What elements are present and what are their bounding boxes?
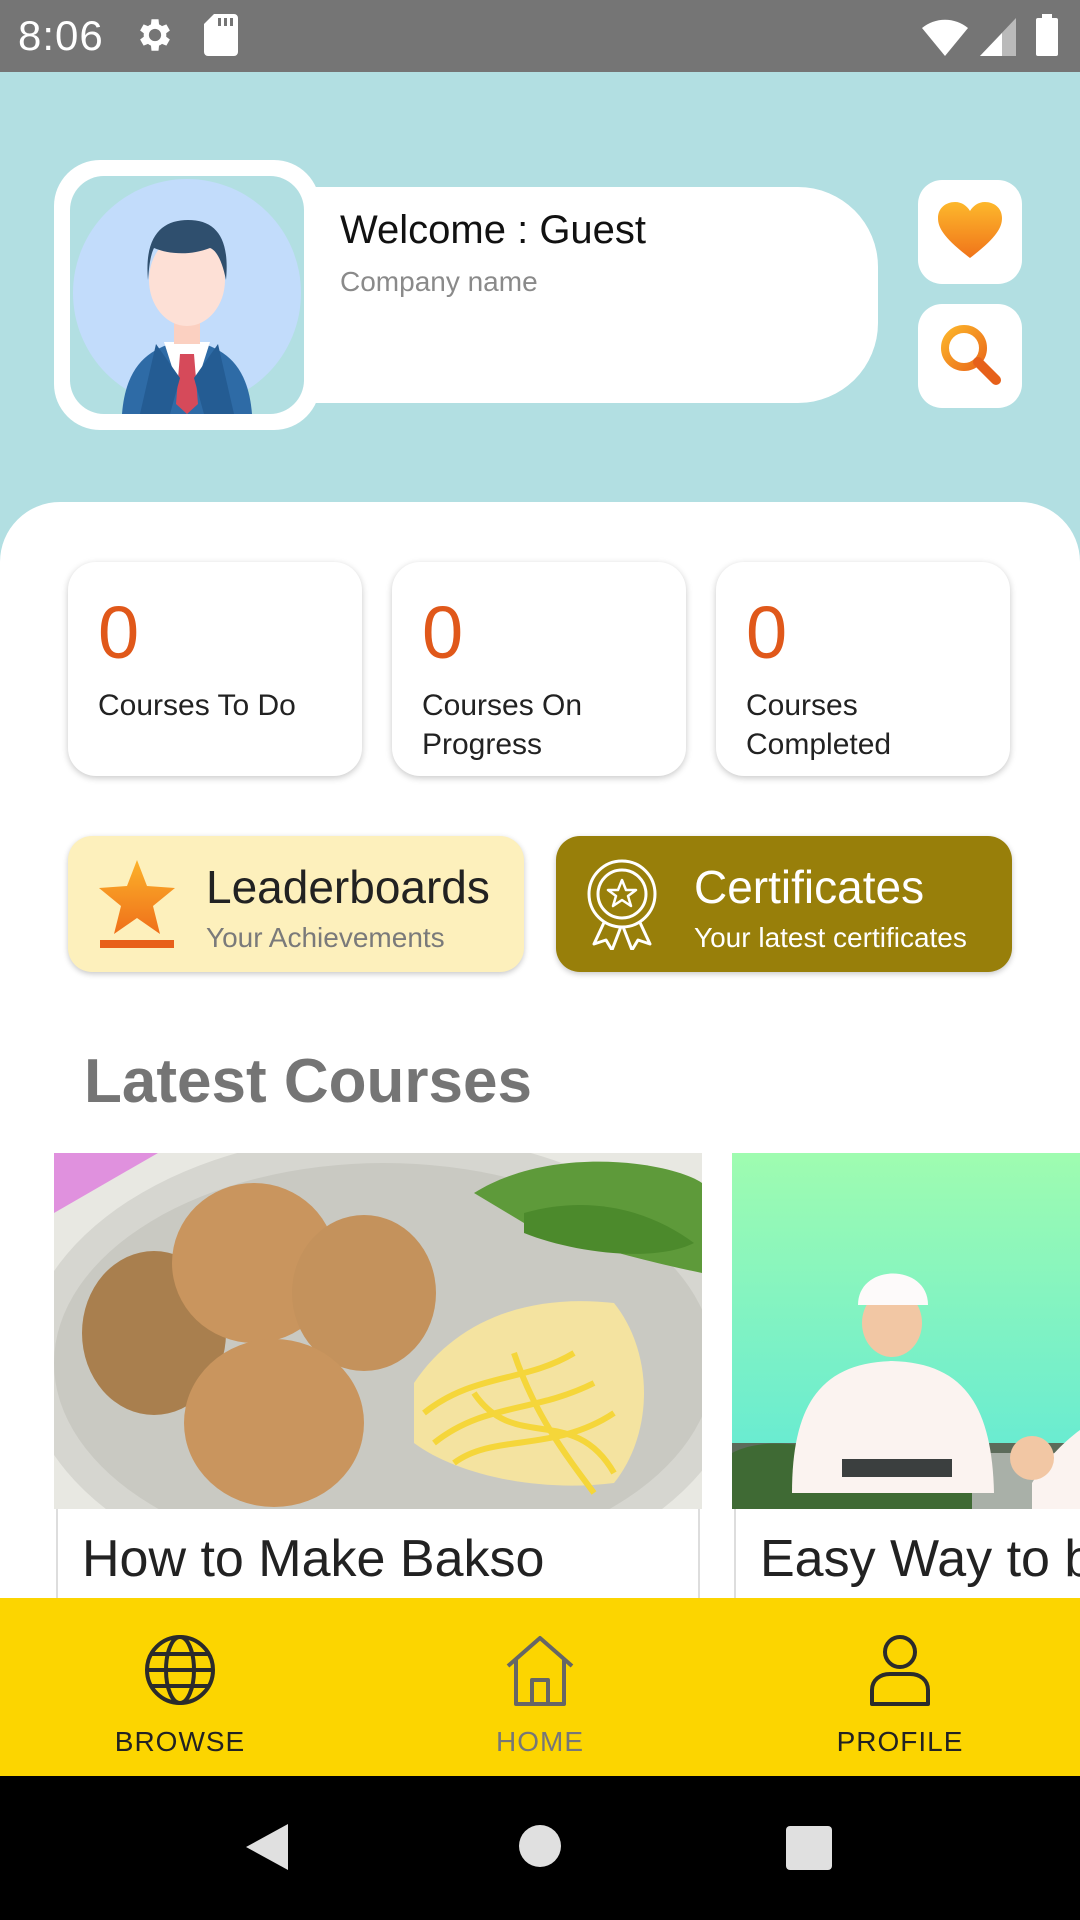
stat-value: 0 bbox=[98, 591, 140, 674]
home-circle-icon[interactable] bbox=[518, 1824, 562, 1873]
search-icon bbox=[938, 322, 1002, 391]
leaderboards-title: Leaderboards bbox=[206, 861, 490, 913]
stat-courses-completed[interactable]: 0 Courses Completed bbox=[716, 562, 1010, 776]
avatar[interactable] bbox=[54, 160, 320, 430]
heart-icon bbox=[938, 201, 1002, 263]
course-title: How to Make Bakso bbox=[82, 1530, 545, 1588]
certificates-title: Certificates bbox=[694, 861, 925, 913]
bottom-navigation: BROWSE HOME PROFILE bbox=[0, 1598, 1080, 1776]
nav-browse[interactable]: BROWSE bbox=[0, 1598, 360, 1776]
certificates-subtitle: Your latest certificates bbox=[694, 922, 967, 953]
stat-value: 0 bbox=[746, 591, 788, 674]
nav-browse-label: BROWSE bbox=[114, 1726, 246, 1757]
badge-icon bbox=[586, 858, 658, 955]
course-card[interactable]: Easy Way to b bbox=[732, 1153, 1080, 1603]
course-thumbnail bbox=[54, 1153, 702, 1509]
signal-icon bbox=[980, 18, 1016, 61]
course-card[interactable]: How to Make Bakso bbox=[54, 1153, 702, 1603]
latest-courses-title: Latest Courses bbox=[84, 1047, 532, 1116]
recents-icon[interactable] bbox=[786, 1826, 832, 1875]
wifi-icon bbox=[922, 16, 968, 61]
welcome-text: Welcome : Guest bbox=[340, 208, 647, 252]
system-navigation bbox=[0, 1776, 1080, 1920]
star-icon bbox=[98, 860, 176, 953]
certificates-button[interactable]: Certificates Your latest certificates bbox=[556, 836, 1012, 972]
stat-value: 0 bbox=[422, 591, 464, 674]
stat-label: Courses To Do bbox=[98, 689, 296, 722]
stat-label: Courses Completed bbox=[746, 689, 892, 761]
battery-icon bbox=[1036, 14, 1058, 61]
stat-courses-todo[interactable]: 0 Courses To Do bbox=[68, 562, 362, 776]
stat-label: Courses On Progress bbox=[422, 689, 583, 761]
gear-icon bbox=[134, 14, 176, 61]
company-name: Company name bbox=[340, 266, 538, 297]
nav-home-label: HOME bbox=[496, 1726, 584, 1757]
sd-card-icon bbox=[204, 14, 238, 61]
status-time: 8:06 bbox=[18, 12, 104, 59]
nav-profile[interactable]: PROFILE bbox=[720, 1598, 1080, 1776]
course-thumbnail bbox=[732, 1153, 1080, 1509]
avatar-image bbox=[70, 176, 304, 414]
home-icon bbox=[502, 1632, 578, 1713]
nav-home[interactable]: HOME bbox=[360, 1598, 720, 1776]
leaderboards-subtitle: Your Achievements bbox=[206, 922, 445, 953]
globe-icon bbox=[142, 1632, 218, 1713]
leaderboards-button[interactable]: Leaderboards Your Achievements bbox=[68, 836, 524, 972]
stat-courses-in-progress[interactable]: 0 Courses On Progress bbox=[392, 562, 686, 776]
course-title: Easy Way to b bbox=[760, 1530, 1080, 1588]
status-bar: 8:06 bbox=[0, 0, 1080, 72]
search-button[interactable] bbox=[918, 304, 1022, 408]
nav-profile-label: PROFILE bbox=[836, 1726, 964, 1757]
user-icon bbox=[862, 1632, 938, 1713]
back-icon[interactable] bbox=[244, 1822, 290, 1877]
favorites-button[interactable] bbox=[918, 180, 1022, 284]
